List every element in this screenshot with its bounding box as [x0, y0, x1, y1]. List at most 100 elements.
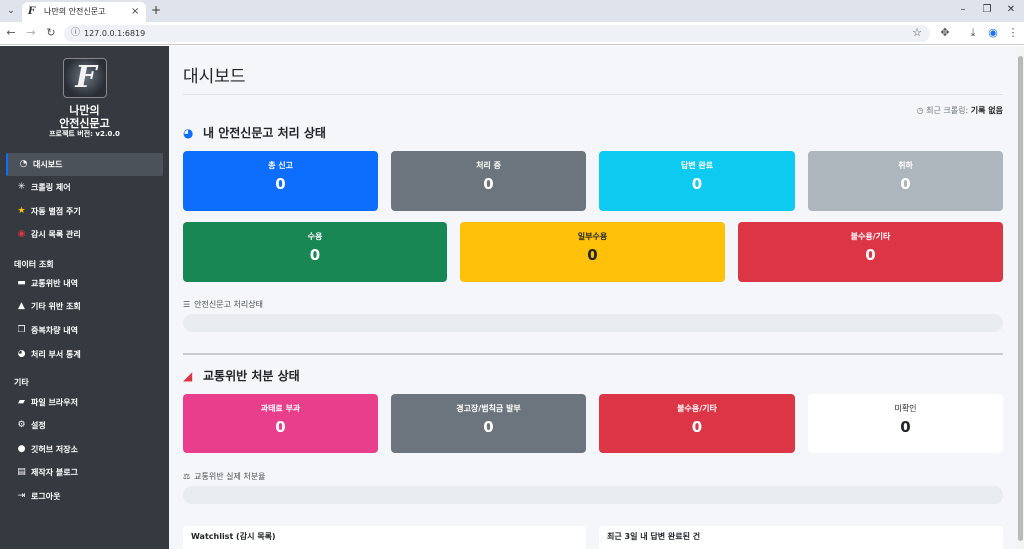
- progress-label-report: ☰ 안전신문고 처리상태: [183, 299, 263, 310]
- star-icon: ★: [17, 206, 26, 216]
- profile-icon[interactable]: ◉: [986, 26, 1000, 40]
- progress-bar-traffic: [183, 486, 1003, 504]
- stat-card-traffic-rejected[interactable]: 불수용/기타 0: [599, 394, 795, 453]
- sidebar-item-github[interactable]: ● 깃허브 저장소: [6, 438, 163, 461]
- sidebar-item-watchlist[interactable]: ◉ 감시 목록 관리: [6, 223, 163, 246]
- address-toolbar: ← → ↻ ⓘ 127.0.0.1:6819 ☆ ✥ ⤓ ◉ ⋮: [0, 22, 1024, 45]
- sidebar-item-label: 감시 목록 관리: [31, 230, 81, 239]
- stat-card-rejected[interactable]: 불수용/기타 0: [738, 222, 1003, 282]
- warning-icon: ▲: [18, 301, 25, 311]
- dashboard-icon: ◔: [19, 159, 28, 169]
- logo: F: [63, 58, 107, 98]
- url-text[interactable]: 127.0.0.1:6819: [84, 27, 145, 40]
- sidebar-item-label: 크롤링 제어: [31, 183, 71, 192]
- tab-strip: ⌄ F 나만의 안전신문고 × + – ❐ ✕: [0, 0, 1024, 22]
- stat-card-partial[interactable]: 일부수용 0: [460, 222, 725, 282]
- stat-card-total[interactable]: 총 신고 0: [183, 151, 378, 211]
- scrollbar[interactable]: [1017, 46, 1024, 549]
- logo-letter: F: [75, 60, 97, 95]
- sidebar-item-crawling[interactable]: ✳ 크롤링 제어: [6, 176, 163, 199]
- stat-label: 경고장/범칙금 발부: [456, 404, 521, 413]
- stat-label: 답변 완료: [680, 161, 714, 170]
- site-info-icon[interactable]: ⓘ: [71, 27, 80, 40]
- section-title: 교통위반 처분 상태: [203, 369, 300, 383]
- restore-icon[interactable]: ❐: [980, 3, 994, 17]
- last-crawl-value: 기록 없음: [970, 106, 1003, 115]
- stat-label: 미확인: [894, 404, 917, 413]
- watchlist-panel: Watchlist (감시 목록): [183, 526, 586, 549]
- tab-search-icon[interactable]: ⌄: [3, 3, 19, 19]
- address-bar[interactable]: ⓘ 127.0.0.1:6819 ☆: [64, 25, 930, 42]
- stat-card-withdrawn[interactable]: 취하 0: [808, 151, 1003, 211]
- page-title: 대시보드: [183, 67, 246, 87]
- minimize-icon[interactable]: –: [956, 3, 970, 17]
- browser-chrome: ⌄ F 나만의 안전신문고 × + – ❐ ✕ ← → ↻ ⓘ 127.0.0.…: [0, 0, 1024, 45]
- stat-card-processing[interactable]: 처리 중 0: [391, 151, 586, 211]
- stat-label: 과태료 부과: [260, 404, 301, 413]
- menu-icon[interactable]: ⋮: [1006, 26, 1020, 40]
- download-icon[interactable]: ⤓: [966, 26, 980, 40]
- sidebar-item-settings[interactable]: ⚙ 설정: [6, 414, 163, 437]
- tab-close-icon[interactable]: ×: [131, 5, 139, 18]
- stat-value: 0: [309, 246, 321, 264]
- stat-label: 수용: [307, 232, 323, 241]
- pie-chart-icon: ◕: [183, 126, 194, 140]
- folder-icon: ▰: [18, 397, 25, 407]
- sidebar: F 나만의 안전신문고 프로젝트 버전: v2.0.0 ◔ 대시보드 ✳ 크롤링…: [0, 46, 169, 549]
- bookmark-star-icon[interactable]: ☆: [912, 26, 922, 40]
- back-icon[interactable]: ←: [4, 26, 18, 40]
- stat-label: 일부수용: [577, 232, 608, 241]
- brand-line1: 나만의: [69, 104, 100, 117]
- stat-card-accepted[interactable]: 수용 0: [183, 222, 447, 282]
- stat-label: 취하: [898, 161, 913, 170]
- car-crash-icon: ◢: [183, 369, 193, 383]
- new-tab-button[interactable]: +: [150, 3, 162, 18]
- progress-label-text: 교통위반 실제 처분율: [194, 472, 266, 481]
- stat-value: 0: [275, 175, 286, 193]
- stat-card-unconfirmed[interactable]: 미확인 0: [808, 394, 1003, 453]
- stat-card-warning-ticket[interactable]: 경고장/범칙금 발부 0: [391, 394, 586, 453]
- reload-icon[interactable]: ↻: [44, 26, 58, 40]
- favicon-icon: F: [28, 6, 36, 17]
- stat-label: 처리 중: [476, 161, 501, 170]
- panel-title: Watchlist (감시 목록): [191, 532, 276, 541]
- sidebar-item-other-violations[interactable]: ▲ 기타 위반 조회: [6, 295, 163, 318]
- sidebar-item-label: 처리 부서 통계: [31, 350, 81, 359]
- gear-icon: ⚙: [17, 420, 26, 430]
- sidebar-item-logout[interactable]: ⇥ 로그아웃: [6, 485, 163, 508]
- sidebar-item-auto-rating[interactable]: ★ 자동 별점 주기: [6, 200, 163, 223]
- sidebar-item-traffic[interactable]: ▬ 교통위반 내역: [6, 272, 163, 295]
- last-crawl-status: ◷ 최근 크롤링: 기록 없음: [917, 105, 1003, 116]
- sidebar-item-dept-stats[interactable]: ◕ 처리 부서 통계: [6, 343, 163, 366]
- copy-icon: ❐: [17, 325, 26, 335]
- sliders-icon: ☰: [183, 300, 191, 309]
- stat-card-fine[interactable]: 과태료 부과 0: [183, 394, 378, 453]
- sidebar-item-label: 파일 브라우저: [31, 398, 78, 407]
- sidebar-item-label: 교통위반 내역: [31, 279, 78, 288]
- tab-title: 나만의 안전신문고: [44, 7, 106, 16]
- stat-value: 0: [587, 246, 598, 264]
- progress-label-traffic: ⚖ 교통위반 실제 처분율: [183, 471, 266, 482]
- stat-card-answered[interactable]: 답변 완료 0: [599, 151, 795, 211]
- browser-tab[interactable]: F 나만의 안전신문고 ×: [22, 2, 146, 22]
- sidebar-item-label: 대시보드: [33, 160, 63, 169]
- extensions-icon[interactable]: ✥: [938, 26, 952, 40]
- divider: [183, 94, 1003, 95]
- stat-label: 총 신고: [268, 161, 293, 170]
- sidebar-item-blog[interactable]: ▤ 제작자 블로그: [6, 461, 163, 484]
- version-label: 프로젝트 버전: v2.0.0: [49, 130, 120, 138]
- last-crawl-label: 최근 크롤링:: [926, 106, 969, 115]
- sidebar-item-dashboard[interactable]: ◔ 대시보드: [6, 153, 163, 176]
- section-title: 내 안전신문고 처리 상태: [203, 126, 326, 140]
- sidebar-item-file-browser[interactable]: ▰ 파일 브라우저: [6, 391, 163, 414]
- stat-label: 불수용/기타: [850, 232, 891, 241]
- progress-label-text: 안전신문고 처리상태: [194, 300, 263, 309]
- stat-value: 0: [483, 418, 494, 436]
- forward-icon[interactable]: →: [24, 26, 38, 40]
- sidebar-item-label: 깃허브 저장소: [31, 445, 78, 454]
- stat-value: 0: [691, 418, 703, 436]
- stat-value: 0: [900, 175, 911, 193]
- close-window-icon[interactable]: ✕: [1004, 3, 1018, 17]
- scrollbar-thumb[interactable]: [1018, 56, 1023, 541]
- sidebar-item-duplicates[interactable]: ❐ 중복차량 내역: [6, 319, 163, 342]
